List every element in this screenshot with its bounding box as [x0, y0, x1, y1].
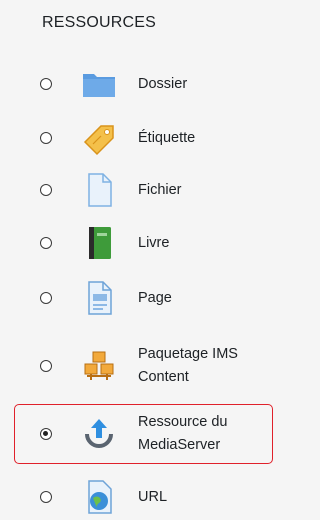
mediaserver-upload-icon	[81, 416, 117, 452]
resource-item-fichier[interactable]: Fichier	[0, 172, 307, 208]
radio-etiquette[interactable]	[40, 132, 52, 144]
resource-item-dossier[interactable]: Dossier	[0, 66, 307, 102]
resource-label-livre: Livre	[138, 235, 170, 251]
file-icon	[81, 172, 117, 208]
resource-label-ims-package-line1: Paquetage IMS	[138, 346, 238, 362]
resource-label-page: Page	[138, 290, 172, 306]
resource-label-mediaserver-line2: MediaServer	[138, 437, 221, 453]
ims-package-icon	[81, 348, 117, 384]
folder-icon	[81, 66, 117, 102]
resource-label-fichier: Fichier	[138, 182, 182, 198]
radio-ims-package[interactable]	[40, 360, 52, 372]
label-tag-icon	[81, 120, 117, 156]
radio-mediaserver[interactable]	[40, 428, 52, 440]
resource-item-etiquette[interactable]: Étiquette	[0, 120, 307, 156]
radio-livre[interactable]	[40, 237, 52, 249]
resource-item-mediaserver[interactable]: Ressource du MediaServer	[0, 410, 307, 458]
resource-label-etiquette: Étiquette	[138, 130, 196, 146]
resource-label-dossier: Dossier	[138, 76, 188, 92]
radio-page[interactable]	[40, 292, 52, 304]
resource-item-page[interactable]: Page	[0, 280, 307, 316]
resource-item-livre[interactable]: Livre	[0, 225, 307, 261]
radio-fichier[interactable]	[40, 184, 52, 196]
page-icon	[81, 280, 117, 316]
resource-item-ims-package[interactable]: Paquetage IMS Content	[0, 340, 307, 388]
resource-label-mediaserver-line1: Ressource du	[138, 414, 228, 430]
book-icon	[81, 225, 117, 261]
resource-label-url: URL	[138, 489, 168, 505]
resource-label-ims-package-line2: Content	[138, 369, 189, 385]
url-globe-icon	[81, 479, 117, 515]
radio-dossier[interactable]	[40, 78, 52, 90]
radio-url[interactable]	[40, 491, 52, 503]
resource-item-url[interactable]: URL	[0, 479, 307, 515]
section-title: RESSOURCES	[42, 14, 157, 31]
